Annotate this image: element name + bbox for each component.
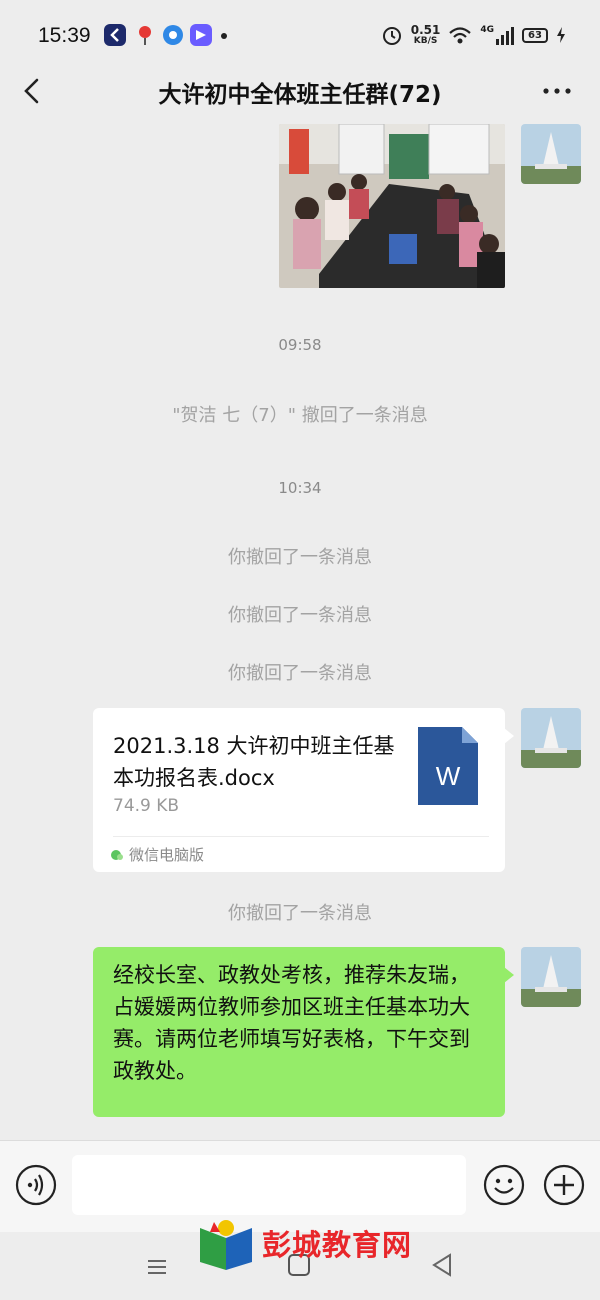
signal-icon: 4G: [480, 25, 514, 45]
emoji-icon: [483, 1164, 525, 1206]
word-icon-letter: W: [436, 761, 461, 791]
notification-dot: [221, 33, 227, 39]
recall-notice: 你撤回了一条消息: [228, 903, 372, 924]
avatar-image: [521, 947, 581, 1007]
chat-header: 大许初中全体班主任群(72): [0, 68, 600, 114]
chat-title: 大许初中全体班主任群(72): [158, 82, 442, 108]
network-speed-value: 0.51: [410, 23, 441, 37]
app-icon-purple: [190, 24, 212, 46]
status-bar: 15:39 0.51 KB/S 4G 63: [0, 0, 600, 68]
more-options-button[interactable]: [540, 76, 574, 106]
input-bar: [0, 1140, 600, 1232]
voice-input-button[interactable]: [14, 1163, 58, 1207]
word-document-icon: W: [418, 727, 478, 805]
file-name: 2021.3.18 大许初中班主任基本功报名表.docx: [113, 734, 395, 790]
avatar[interactable]: [521, 708, 581, 768]
meeting-photo: [279, 124, 505, 288]
network-speed-unit: KB/S: [413, 36, 438, 46]
more-functions-button[interactable]: [542, 1163, 586, 1207]
avatar[interactable]: [521, 947, 581, 1007]
recall-notice: 你撤回了一条消息: [228, 663, 372, 684]
file-divider: [113, 836, 489, 837]
text-message[interactable]: 经校长室、政教处考核，推荐朱友瑞，占媛媛两位教师参加区班主任基本功大赛。请两位老…: [93, 947, 514, 1117]
nav-back-button[interactable]: [430, 1252, 454, 1278]
battery-icon: 63: [522, 27, 548, 43]
map-pin-icon: [134, 24, 156, 46]
signal-label: 4G: [480, 25, 494, 35]
app-icon-dark-blue: [104, 24, 126, 46]
voice-icon: [15, 1164, 57, 1206]
file-size: 74.9 KB: [113, 796, 180, 816]
timestamp: 09:58: [278, 336, 322, 354]
status-time: 15:39: [38, 24, 91, 47]
watermark-logo: [196, 1218, 256, 1272]
more-dots-icon: [543, 88, 571, 94]
recall-notice: 你撤回了一条消息: [228, 605, 372, 626]
recall-notice: 你撤回了一条消息: [228, 547, 372, 568]
charging-icon: [557, 27, 565, 43]
timestamp: 10:34: [278, 479, 322, 497]
avatar[interactable]: [521, 124, 581, 184]
avatar-image: [521, 708, 581, 768]
emoji-button[interactable]: [482, 1163, 526, 1207]
alarm-icon: [382, 27, 401, 45]
menu-icon: [148, 1260, 166, 1274]
file-source: 微信电脑版: [129, 846, 205, 864]
wifi-icon: [449, 27, 472, 44]
app-icon-blue-circle: [162, 24, 184, 46]
avatar-image: [521, 124, 581, 184]
message-input[interactable]: [72, 1155, 466, 1215]
wechat-icon: [111, 850, 123, 860]
network-speed: 0.51 KB/S: [411, 24, 441, 46]
system-icons: 0.51 KB/S 4G 63: [381, 22, 566, 48]
watermark-text: 彭城教育网: [262, 1228, 413, 1262]
plus-icon: [543, 1164, 585, 1206]
recall-notice: "贺洁 七（7）" 撤回了一条消息: [172, 405, 428, 426]
triangle-back-icon: [432, 1253, 451, 1277]
nav-recents-button[interactable]: [146, 1258, 168, 1276]
photo-message[interactable]: [279, 124, 505, 288]
